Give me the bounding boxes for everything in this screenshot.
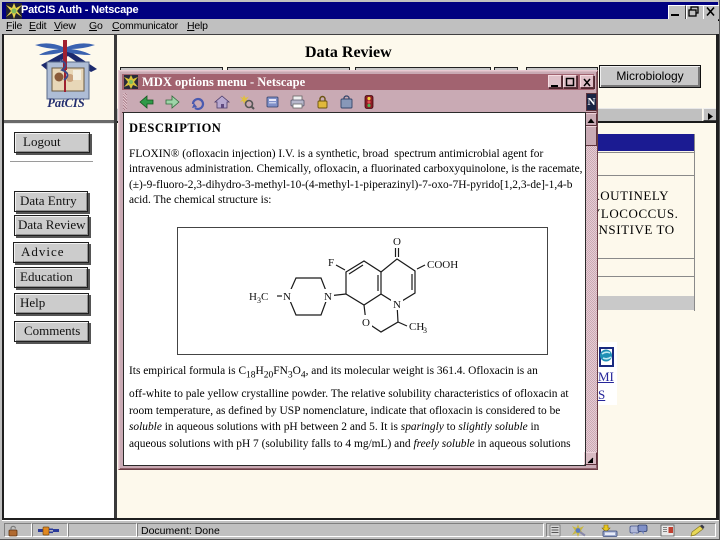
svg-text:PatCIS: PatCIS [47, 96, 85, 109]
